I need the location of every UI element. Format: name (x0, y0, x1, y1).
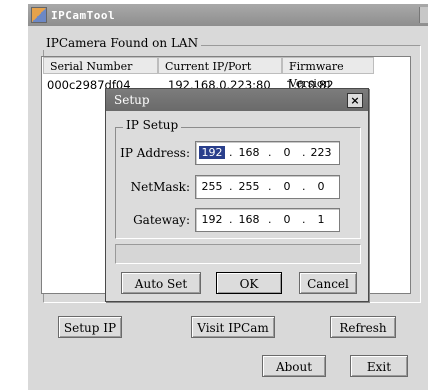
status-bar (115, 244, 361, 264)
ip-octet-4[interactable]: 223 (308, 146, 334, 159)
separator: . (302, 213, 306, 226)
gateway-octet-1[interactable]: 192 (199, 213, 225, 226)
setup-ip-button[interactable]: Setup IP (58, 316, 122, 338)
gateway-label: Gateway: (133, 213, 190, 227)
gateway-octet-3[interactable]: 0 (274, 213, 300, 226)
separator: . (268, 180, 272, 193)
auto-set-button[interactable]: Auto Set (121, 272, 201, 294)
ip-setup-title: IP Setup (123, 118, 182, 132)
visit-ipcam-button[interactable]: Visit IPCam (191, 316, 275, 338)
ip-octet-1[interactable]: 192 (199, 146, 225, 159)
ip-octet-2[interactable]: 168 (236, 146, 262, 159)
ip-address-field[interactable]: 192 . 168 . 0 . 223 (195, 141, 340, 165)
window-control[interactable] (419, 7, 428, 23)
dialog-title: Setup (106, 89, 368, 111)
separator: . (229, 146, 233, 159)
app-icon (31, 7, 47, 23)
gateway-field[interactable]: 192 . 168 . 0 . 1 (195, 208, 340, 232)
refresh-button[interactable]: Refresh (330, 316, 396, 338)
net-mask-field[interactable]: 255 . 255 . 0 . 0 (195, 175, 340, 199)
separator: . (302, 180, 306, 193)
setup-dialog: Setup × IP Setup IP Address: 192 . 168 .… (105, 88, 369, 302)
gateway-octet-2[interactable]: 168 (236, 213, 262, 226)
mask-octet-4[interactable]: 0 (308, 180, 334, 193)
mask-octet-1[interactable]: 255 (199, 180, 225, 193)
window-title: IPCamTool (51, 8, 116, 22)
mask-octet-3[interactable]: 0 (274, 180, 300, 193)
separator: . (302, 146, 306, 159)
ip-octet-3[interactable]: 0 (274, 146, 300, 159)
net-mask-label: NetMask: (130, 180, 190, 194)
separator: . (229, 180, 233, 193)
gateway-octet-4[interactable]: 1 (308, 213, 334, 226)
close-icon[interactable]: × (347, 93, 363, 108)
separator: . (268, 213, 272, 226)
separator: . (229, 213, 233, 226)
separator: . (268, 146, 272, 159)
ok-button[interactable]: OK (216, 272, 282, 294)
column-header-firmware[interactable]: Firmware Version (282, 57, 374, 90)
ip-address-label: IP Address: (120, 146, 190, 160)
mask-octet-2[interactable]: 255 (236, 180, 262, 193)
group-title: IPCamera Found on LAN (43, 36, 202, 50)
column-header-ip-port[interactable]: Current IP/Port (158, 57, 282, 74)
exit-button[interactable]: Exit (350, 355, 408, 377)
about-button[interactable]: About (262, 355, 326, 377)
cancel-button[interactable]: Cancel (299, 272, 357, 294)
title-bar: IPCamTool (28, 4, 428, 26)
column-header-serial[interactable]: Serial Number (43, 57, 158, 74)
